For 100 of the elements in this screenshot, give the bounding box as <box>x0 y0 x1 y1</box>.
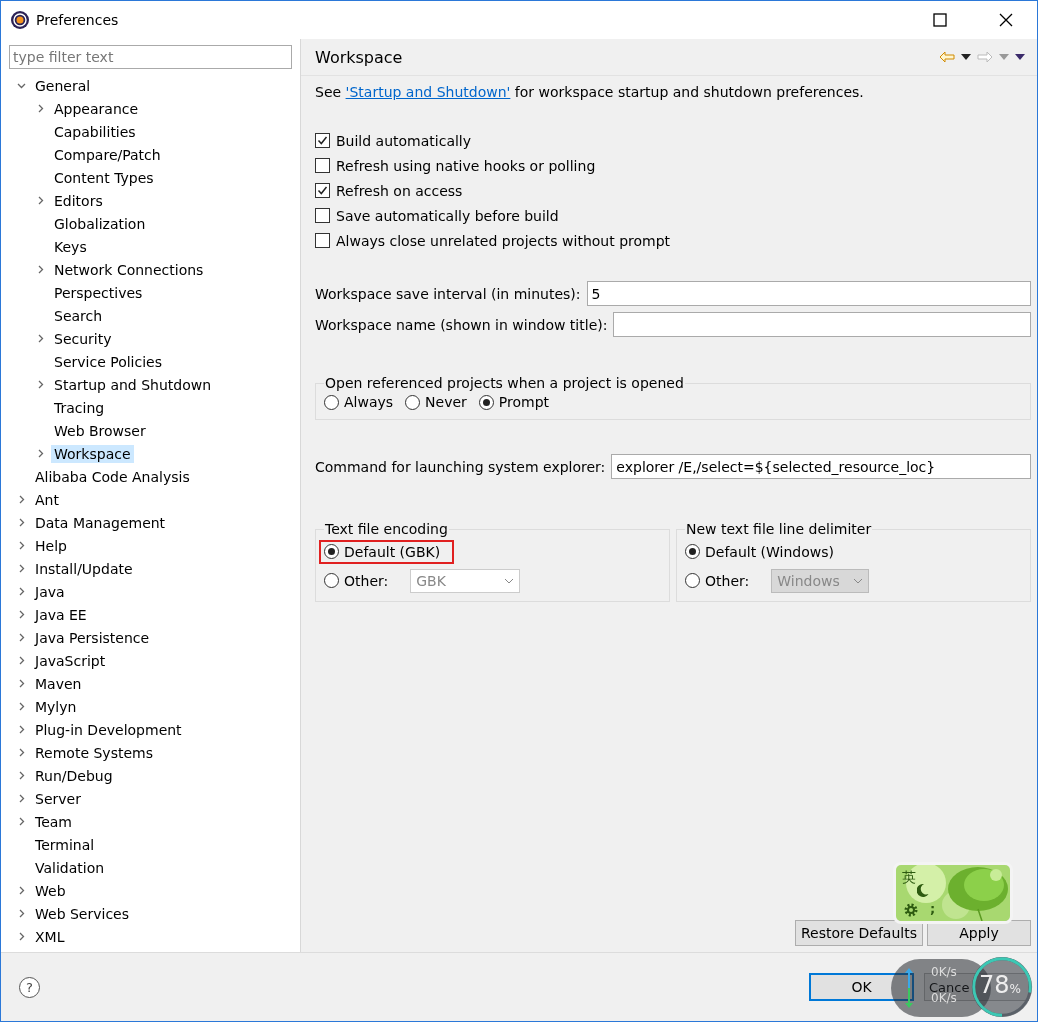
tree-item[interactable]: Install/Update <box>32 559 136 578</box>
tree-item[interactable]: Java <box>32 582 68 601</box>
expand-chevron-icon[interactable] <box>17 633 26 642</box>
dialog-button[interactable]: OK <box>809 973 914 1001</box>
expand-chevron-icon[interactable] <box>17 794 26 803</box>
tree-item[interactable]: Maven <box>32 674 85 693</box>
tree-item[interactable]: Tracing <box>51 398 108 417</box>
tree-item[interactable]: Terminal <box>32 835 98 854</box>
expand-chevron-icon[interactable] <box>36 449 45 458</box>
collapse-chevron-icon[interactable] <box>17 81 26 90</box>
expand-chevron-icon[interactable] <box>36 380 45 389</box>
expand-chevron-icon[interactable] <box>17 886 26 895</box>
tree-item[interactable]: Globalization <box>51 214 149 233</box>
tree-item[interactable]: Plug-in Development <box>32 720 185 739</box>
tree-item[interactable]: Java Persistence <box>32 628 153 647</box>
checkbox[interactable] <box>315 133 330 148</box>
input-field[interactable]: 5 <box>586 281 1031 306</box>
tree-item[interactable]: Capabilities <box>51 122 139 141</box>
expand-chevron-icon[interactable] <box>36 104 45 113</box>
expand-chevron-icon[interactable] <box>36 334 45 343</box>
upload-arrow-icon <box>904 967 914 989</box>
radio-button[interactable] <box>685 573 700 588</box>
radio-label: Always <box>344 394 394 410</box>
tree-item[interactable]: Team <box>32 812 75 831</box>
tree-item[interactable]: Editors <box>51 191 106 210</box>
expand-chevron-icon[interactable] <box>17 495 26 504</box>
checkbox[interactable] <box>315 183 330 198</box>
expand-chevron-icon[interactable] <box>36 265 45 274</box>
dialog-button[interactable]: Restore Defaults <box>794 920 923 946</box>
group-title: Open referenced projects when a project is opened <box>324 375 685 391</box>
tree-item[interactable]: Compare/Patch <box>51 145 164 164</box>
ime-widget[interactable]: 英 ; <box>893 862 1013 924</box>
radio-label: Prompt <box>498 394 550 410</box>
expand-chevron-icon[interactable] <box>17 564 26 573</box>
usage-percent: 78% <box>979 971 1021 999</box>
tree-item[interactable]: Perspectives <box>51 283 146 302</box>
menu-icon[interactable] <box>1015 54 1025 60</box>
expand-chevron-icon[interactable] <box>17 771 26 780</box>
input-field[interactable]: explorer /E,/select=${selected_resource_loc} <box>611 454 1031 479</box>
expand-chevron-icon[interactable] <box>17 610 26 619</box>
dropdown-icon[interactable] <box>961 54 971 60</box>
tree-item[interactable]: Network Connections <box>51 260 207 279</box>
filter-field[interactable]: type filter text <box>9 45 292 69</box>
help-button[interactable]: ? <box>19 976 40 998</box>
tree-item[interactable]: Web <box>32 881 69 900</box>
close-icon[interactable] <box>999 13 1013 27</box>
tree-item[interactable]: Alibaba Code Analysis <box>32 467 193 486</box>
tree-item[interactable]: General <box>32 76 94 95</box>
tree-item[interactable]: Service Policies <box>51 352 165 371</box>
tree-item[interactable]: Workspace <box>51 444 134 463</box>
input-field[interactable] <box>613 312 1031 337</box>
tree-item[interactable]: Content Types <box>51 168 157 187</box>
tree-item[interactable]: Help <box>32 536 70 555</box>
tree-item[interactable]: Data Management <box>32 513 169 532</box>
field-label: Workspace save interval (in minutes): <box>315 285 581 302</box>
combo-box[interactable]: GBK <box>410 568 521 593</box>
punctuation-label: ; <box>930 901 936 916</box>
radio-button[interactable] <box>324 573 339 588</box>
radio-button[interactable] <box>478 394 494 410</box>
expand-chevron-icon[interactable] <box>17 909 26 918</box>
checkbox-label: Save automatically before build <box>336 207 559 224</box>
tree-item[interactable]: Ant <box>32 490 62 509</box>
expand-chevron-icon[interactable] <box>17 587 26 596</box>
expand-chevron-icon[interactable] <box>17 702 26 711</box>
settings-icon[interactable] <box>904 903 918 917</box>
checkbox[interactable] <box>315 158 330 173</box>
expand-chevron-icon[interactable] <box>36 196 45 205</box>
expand-chevron-icon[interactable] <box>17 725 26 734</box>
tree-item[interactable]: XML <box>32 927 68 946</box>
expand-chevron-icon[interactable] <box>17 541 26 550</box>
maximize-icon[interactable] <box>933 13 947 27</box>
expand-chevron-icon[interactable] <box>17 748 26 757</box>
tree-item[interactable]: Server <box>32 789 84 808</box>
back-arrow-icon[interactable] <box>939 51 955 63</box>
startup-link[interactable]: 'Startup and Shutdown' <box>345 84 511 100</box>
tree-item[interactable]: Web Browser <box>51 421 149 440</box>
tree-item[interactable]: Run/Debug <box>32 766 116 785</box>
expand-chevron-icon[interactable] <box>17 932 26 941</box>
expand-chevron-icon[interactable] <box>17 679 26 688</box>
radio-button[interactable] <box>324 394 339 410</box>
tree-item[interactable]: Web Services <box>32 904 132 923</box>
tree-item[interactable]: Startup and Shutdown <box>51 375 215 394</box>
radio-button[interactable] <box>324 544 339 559</box>
tree-item[interactable]: Remote Systems <box>32 743 156 762</box>
radio-button[interactable] <box>405 394 421 410</box>
tree-item[interactable]: Appearance <box>51 99 142 118</box>
checkbox[interactable] <box>315 208 330 223</box>
expand-chevron-icon[interactable] <box>17 817 26 826</box>
checkbox[interactable] <box>315 233 330 248</box>
tree-item[interactable]: JavaScript <box>32 651 109 670</box>
tree-item[interactable]: Validation <box>32 858 108 877</box>
expand-chevron-icon[interactable] <box>17 656 26 665</box>
expand-chevron-icon[interactable] <box>17 518 26 527</box>
tree-item[interactable]: Keys <box>51 237 90 256</box>
tree-item[interactable]: Java EE <box>32 605 90 624</box>
radio-button[interactable] <box>685 544 700 559</box>
eclipse-icon <box>10 10 30 30</box>
tree-item[interactable]: Mylyn <box>32 697 80 716</box>
tree-item[interactable]: Security <box>51 329 115 348</box>
tree-item[interactable]: Search <box>51 306 106 325</box>
